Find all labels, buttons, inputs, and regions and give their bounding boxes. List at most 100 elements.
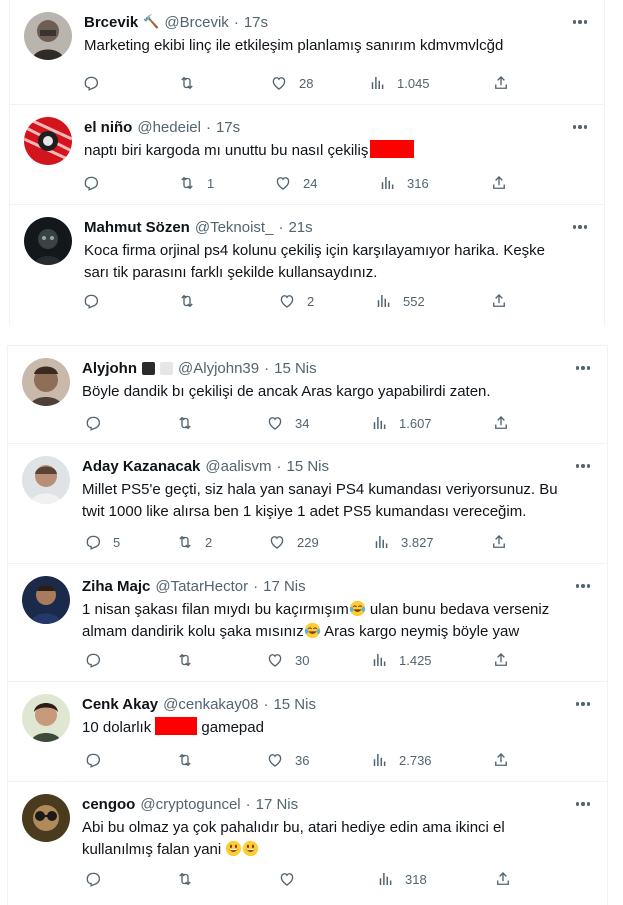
like-button[interactable] (278, 869, 307, 889)
share-icon (493, 535, 505, 548)
views-button[interactable]: 316 (378, 173, 429, 193)
user-handle[interactable]: @cryptoguncel (140, 796, 240, 813)
retweet-button[interactable] (176, 869, 205, 889)
timestamp[interactable]: 17 Nis (256, 796, 299, 813)
reply-button[interactable] (84, 750, 113, 770)
views-button[interactable]: 2.736 (370, 750, 432, 770)
like-button[interactable]: 28 (270, 73, 313, 93)
more-icon[interactable] (570, 14, 590, 30)
tweet-card[interactable]: Ziha Majc @TatarHector · 17 Nis 1 nisan … (8, 564, 607, 682)
avatar[interactable] (24, 117, 72, 165)
reply-button[interactable] (84, 650, 113, 670)
display-name[interactable]: el niño (84, 119, 132, 136)
timestamp[interactable]: 17s (244, 14, 268, 31)
user-handle[interactable]: @cenkakay08 (163, 696, 258, 713)
like-button[interactable]: 24 (274, 173, 317, 193)
reply-button[interactable] (82, 291, 111, 311)
display-name[interactable]: Mahmut Sözen (84, 219, 190, 236)
separator: · (263, 695, 269, 713)
retweet-button[interactable] (176, 750, 205, 770)
like-button[interactable]: 36 (266, 750, 309, 770)
views-button[interactable]: 552 (374, 291, 425, 311)
user-handle[interactable]: @hedeiel (137, 119, 201, 136)
retweet-button[interactable]: 2 (176, 532, 212, 552)
share-button[interactable] (494, 869, 512, 889)
retweet-button[interactable]: 1 (178, 173, 214, 193)
more-icon[interactable] (573, 796, 593, 812)
display-name[interactable]: cengoo (82, 796, 135, 813)
tweet-text-part: Abi bu olmaz ya çok pahalıdır bu, atari … (82, 819, 505, 858)
more-icon[interactable] (570, 119, 590, 135)
avatar[interactable] (22, 456, 70, 504)
tweet-card[interactable]: Mahmut Sözen @Teknoist_ · 21s Koca firma… (10, 205, 604, 325)
timestamp[interactable]: 17 Nis (263, 578, 306, 595)
like-button[interactable]: 34 (266, 413, 309, 433)
action-bar: 318 (80, 869, 593, 889)
retweet-button[interactable] (176, 650, 205, 670)
like-button[interactable]: 30 (266, 650, 309, 670)
share-button[interactable] (490, 532, 508, 552)
tweet-card[interactable]: Brcevik 🔨 @Brcevik · 17s Marketing ekibi… (10, 0, 604, 105)
views-count: 3.827 (401, 534, 434, 550)
reply-button[interactable] (82, 73, 111, 93)
user-handle[interactable]: @Brcevik (164, 14, 228, 31)
user-handle[interactable]: @aalisvm (205, 458, 271, 475)
user-handle[interactable]: @Alyjohn39 (178, 360, 259, 377)
views-button[interactable]: 1.045 (368, 73, 430, 93)
views-button[interactable]: 1.425 (370, 650, 432, 670)
retweet-count: 1 (207, 175, 215, 191)
retweet-button[interactable] (178, 291, 207, 311)
retweet-button[interactable] (178, 73, 207, 93)
action-bar: 5 2 229 3.827 (80, 532, 593, 552)
like-icon (268, 417, 282, 430)
display-name[interactable]: Ziha Majc (82, 578, 150, 595)
avatar[interactable] (24, 217, 72, 265)
share-button[interactable] (492, 750, 510, 770)
reply-button[interactable] (82, 173, 111, 193)
share-button[interactable] (490, 173, 508, 193)
like-button[interactable]: 229 (268, 532, 319, 552)
share-button[interactable] (492, 73, 510, 93)
separator: · (278, 218, 284, 236)
avatar[interactable] (22, 694, 70, 742)
tweet-card[interactable]: Alyjohn @Alyjohn39 · 15 Nis Böyle dandik… (8, 346, 607, 444)
tweet-card[interactable]: Cenk Akay @cenkakay08 · 15 Nis 10 dolarl… (8, 682, 607, 782)
tweet-text-part: 10 dolarlık (82, 719, 152, 736)
views-button[interactable]: 318 (376, 869, 427, 889)
share-button[interactable] (492, 650, 510, 670)
views-button[interactable]: 3.827 (372, 532, 434, 552)
user-handle[interactable]: @TatarHector (155, 578, 248, 595)
more-icon[interactable] (573, 360, 593, 376)
share-button[interactable] (492, 413, 510, 433)
tweet-card[interactable]: Aday Kazanacak @aalisvm · 15 Nis Millet … (8, 444, 607, 564)
tweet-card[interactable]: el niño @hedeiel · 17s naptı biri kargod… (10, 105, 604, 205)
views-button[interactable]: 1.607 (370, 413, 432, 433)
display-name[interactable]: Alyjohn (82, 360, 137, 377)
reply-button[interactable] (84, 413, 113, 433)
timestamp[interactable]: 15 Nis (286, 458, 329, 475)
more-icon[interactable] (573, 578, 593, 594)
timestamp[interactable]: 15 Nis (273, 696, 316, 713)
reply-button[interactable] (84, 869, 113, 889)
more-icon[interactable] (573, 696, 593, 712)
timestamp[interactable]: 15 Nis (274, 360, 317, 377)
timestamp[interactable]: 17s (216, 119, 240, 136)
avatar[interactable] (22, 576, 70, 624)
share-icon (493, 176, 505, 189)
avatar[interactable] (24, 12, 72, 60)
like-button[interactable]: 2 (278, 291, 314, 311)
reply-button[interactable]: 5 (84, 532, 120, 552)
timestamp[interactable]: 21s (288, 219, 312, 236)
share-button[interactable] (490, 291, 508, 311)
avatar[interactable] (22, 794, 70, 842)
more-icon[interactable] (573, 458, 593, 474)
display-name[interactable]: Cenk Akay (82, 696, 158, 713)
display-name[interactable]: Aday Kazanacak (82, 458, 200, 475)
user-handle[interactable]: @Teknoist_ (195, 219, 274, 236)
views-count: 1.425 (399, 652, 432, 668)
more-icon[interactable] (570, 219, 590, 235)
retweet-button[interactable] (176, 413, 205, 433)
display-name[interactable]: Brcevik (84, 14, 138, 31)
tweet-card[interactable]: cengoo @cryptoguncel · 17 Nis Abi bu olm… (8, 782, 607, 905)
avatar[interactable] (22, 358, 70, 406)
